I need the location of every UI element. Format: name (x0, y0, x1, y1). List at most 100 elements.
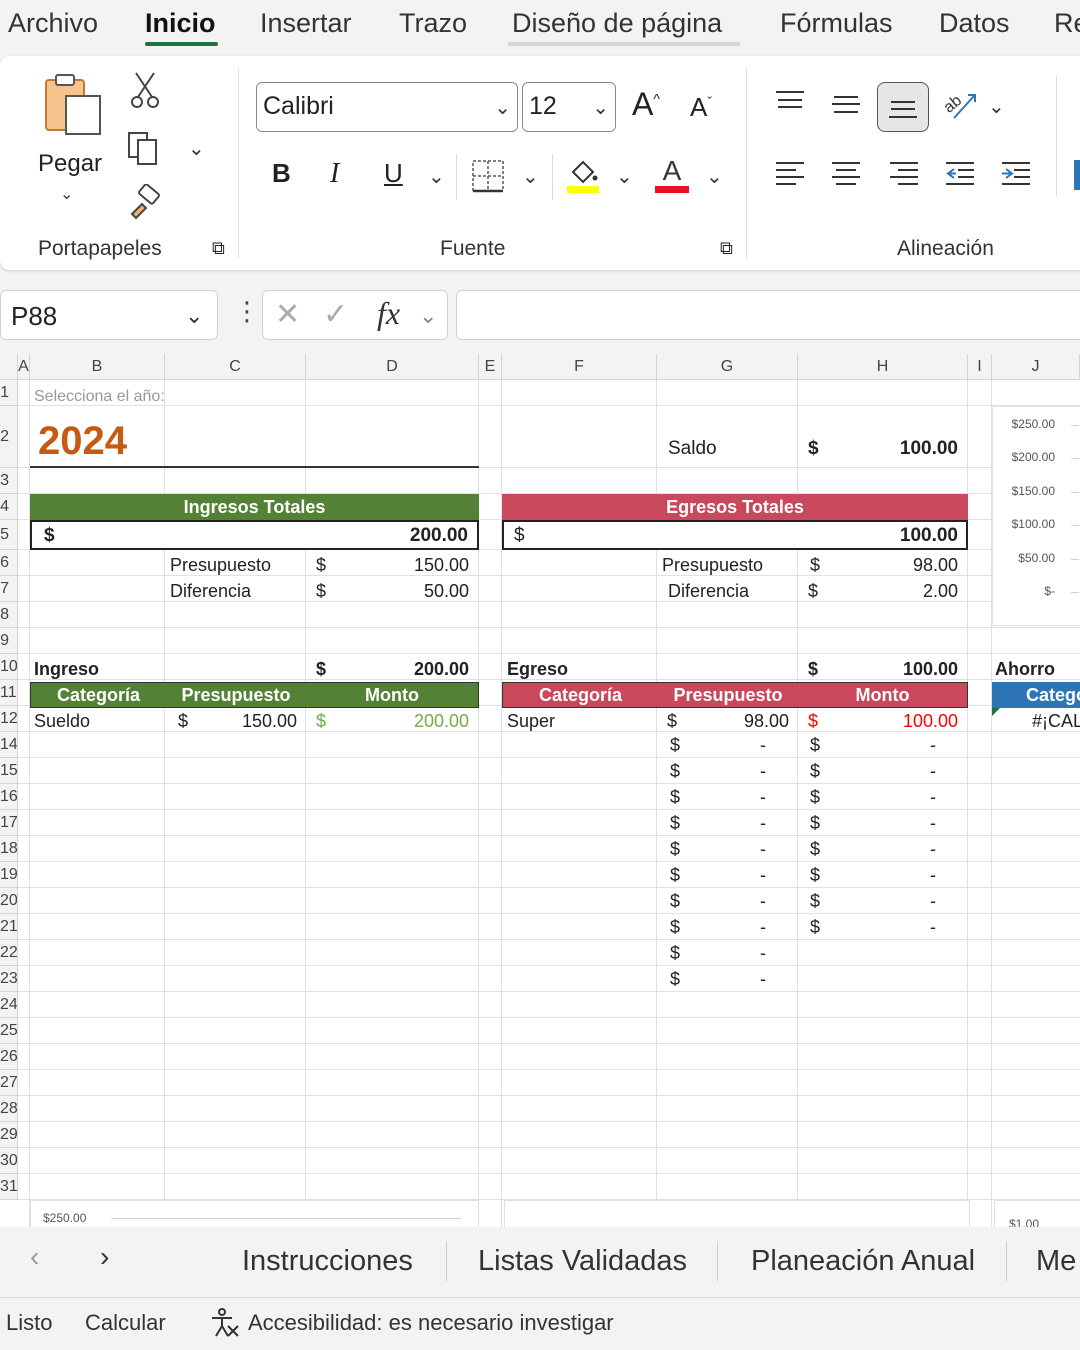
eg-presupuesto-empty[interactable]: - (760, 758, 766, 784)
cut-icon[interactable] (128, 70, 162, 110)
sheet-tab-me[interactable]: Me (1036, 1245, 1076, 1278)
column-header-b[interactable]: B (30, 354, 165, 380)
status-accessibility[interactable]: Accesibilidad: es necesario investigar (248, 1310, 614, 1336)
enter-icon[interactable]: ✓ (323, 297, 348, 332)
column-header-h[interactable]: H (798, 354, 968, 380)
row-header-1[interactable]: 1 (0, 380, 18, 406)
row-header-4[interactable]: 4 (0, 494, 18, 520)
year-value[interactable]: 2024 (38, 416, 127, 466)
tab-revisar[interactable]: Re (1054, 8, 1080, 39)
eg-presupuesto-empty[interactable]: - (760, 810, 766, 836)
row-header-27[interactable]: 27 (0, 1070, 18, 1096)
ahorro-row-value[interactable]: #¡CAL (1032, 708, 1080, 734)
column-header-a[interactable]: A (18, 354, 30, 380)
eg-presupuesto-empty[interactable]: - (760, 888, 766, 914)
italic-button[interactable]: I (330, 158, 339, 190)
copy-dropdown-icon[interactable]: ⌄ (188, 136, 205, 161)
paste-dropdown-icon[interactable]: ⌄ (60, 184, 73, 204)
font-color-icon[interactable]: A (652, 152, 692, 196)
orientation-dropdown-icon[interactable]: ⌄ (988, 94, 1005, 119)
ahorro-bottom-chart[interactable]: $1.00 (994, 1200, 1080, 1227)
chevron-down-icon[interactable]: ⌄ (419, 303, 437, 329)
row-header-24[interactable]: 24 (0, 992, 18, 1018)
row-header-19[interactable]: 19 (0, 862, 18, 888)
tab-inicio[interactable]: Inicio (145, 8, 216, 39)
status-calculate[interactable]: Calcular (85, 1310, 166, 1336)
row-header-8[interactable]: 8 (0, 602, 18, 628)
grow-font-button[interactable]: A^ (632, 86, 660, 123)
chevron-left-icon[interactable]: ‹ (30, 1241, 39, 1273)
align-center-icon[interactable] (826, 156, 866, 192)
chevron-right-icon[interactable]: › (100, 1241, 109, 1273)
font-color-dropdown-icon[interactable]: ⌄ (706, 164, 723, 189)
sheet-tab-listas-validadas[interactable]: Listas Validadas (478, 1245, 687, 1278)
align-top-icon[interactable] (770, 84, 810, 120)
row-header-11[interactable]: 11 (0, 680, 18, 706)
align-left-icon[interactable] (770, 156, 810, 192)
more-options-icon[interactable]: ⋮ (234, 296, 260, 327)
underline-dropdown-icon[interactable]: ⌄ (428, 164, 445, 189)
row-header-5[interactable]: 5 (0, 520, 18, 550)
chevron-down-icon[interactable]: ⌄ (494, 95, 511, 120)
column-header-j[interactable]: J (992, 354, 1080, 380)
increase-indent-icon[interactable] (996, 156, 1036, 192)
fill-color-icon[interactable] (562, 154, 604, 194)
insert-function-icon[interactable]: fx (377, 295, 400, 332)
eg-monto-empty[interactable]: - (930, 732, 936, 758)
decrease-indent-icon[interactable] (940, 156, 980, 192)
eg-presupuesto-empty[interactable]: - (760, 940, 766, 966)
row-header-21[interactable]: 21 (0, 914, 18, 940)
tab-archivo[interactable]: Archivo (8, 8, 98, 39)
copy-icon[interactable] (124, 128, 164, 168)
shrink-font-button[interactable]: Aˇ (690, 92, 712, 123)
column-header-g[interactable]: G (657, 354, 798, 380)
sheet-tab-planeacion-anual[interactable]: Planeación Anual (751, 1245, 975, 1278)
row-header-15[interactable]: 15 (0, 758, 18, 784)
cancel-icon[interactable]: ✕ (275, 297, 300, 332)
row-header-12[interactable]: 12 (0, 706, 18, 732)
align-right-icon[interactable] (884, 156, 924, 192)
eg-row-monto[interactable]: 100.00 (820, 708, 958, 734)
font-name-combo[interactable]: Calibri ⌄ (256, 82, 518, 132)
eg-presupuesto-empty[interactable]: - (760, 914, 766, 940)
row-header-16[interactable]: 16 (0, 784, 18, 810)
font-launcher-icon[interactable]: ⧉ (720, 238, 733, 259)
eg-monto-empty[interactable]: - (930, 862, 936, 888)
chevron-down-icon[interactable]: ⌄ (592, 95, 609, 120)
tab-diseno-pagina[interactable]: Diseño de página (512, 8, 722, 39)
egreso-chart[interactable] (504, 1200, 970, 1227)
eg-monto-empty[interactable]: - (930, 810, 936, 836)
row-header-28[interactable]: 28 (0, 1096, 18, 1122)
bold-button[interactable]: B (272, 158, 291, 189)
row-header-17[interactable]: 17 (0, 810, 18, 836)
eg-monto-empty[interactable]: - (930, 836, 936, 862)
tab-datos[interactable]: Datos (939, 8, 1010, 39)
tab-trazo[interactable]: Trazo (399, 8, 467, 39)
sheet-tab-instrucciones[interactable]: Instrucciones (242, 1245, 413, 1278)
paste-icon[interactable] (36, 70, 108, 140)
eg-monto-empty[interactable]: - (930, 784, 936, 810)
row-header-10[interactable]: 10 (0, 654, 18, 680)
chevron-down-icon[interactable]: ⌄ (185, 303, 203, 329)
eg-monto-empty[interactable]: - (930, 914, 936, 940)
eg-presupuesto-empty[interactable]: - (760, 966, 766, 992)
row-header-25[interactable]: 25 (0, 1018, 18, 1044)
eg-row-presupuesto[interactable]: 98.00 (680, 708, 789, 734)
select-all-corner[interactable] (0, 354, 18, 380)
format-painter-icon[interactable] (124, 182, 164, 222)
eg-monto-empty[interactable]: - (930, 888, 936, 914)
column-header-d[interactable]: D (306, 354, 479, 380)
align-bottom-icon[interactable] (877, 82, 929, 132)
row-header-6[interactable]: 6 (0, 550, 18, 576)
ingreso-chart[interactable]: $250.00 (30, 1200, 479, 1227)
row-header-20[interactable]: 20 (0, 888, 18, 914)
eg-presupuesto-empty[interactable]: - (760, 836, 766, 862)
wrap-text-icon[interactable] (1074, 160, 1080, 190)
in-row-presupuesto[interactable]: 150.00 (200, 708, 297, 734)
eg-presupuesto-empty[interactable]: - (760, 732, 766, 758)
ahorro-chart[interactable]: $250.00 $200.00 $150.00 $100.00 $50.00 $- (992, 406, 1080, 626)
borders-icon[interactable] (470, 156, 506, 196)
column-header-c[interactable]: C (165, 354, 306, 380)
in-row-monto[interactable]: 200.00 (330, 708, 469, 734)
tab-insertar[interactable]: Insertar (260, 8, 352, 39)
